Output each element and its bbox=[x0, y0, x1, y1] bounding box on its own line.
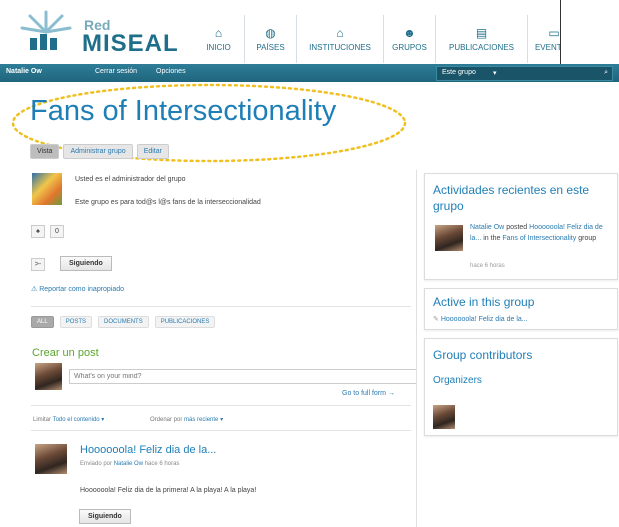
divider bbox=[31, 405, 411, 406]
column-divider bbox=[416, 170, 417, 527]
admin-note: Usted es el administrador del grupo bbox=[75, 176, 186, 183]
post-author-link[interactable]: Natalie Ow bbox=[114, 461, 143, 467]
logout-link[interactable]: Cerrar sesión bbox=[95, 68, 137, 75]
post-time: hace 6 horas bbox=[144, 461, 180, 467]
recent-activity-panel: Actividades recientes en este grupo Nata… bbox=[424, 173, 618, 280]
chevron-down-icon: ▾ bbox=[101, 417, 105, 423]
overlay-box bbox=[560, 0, 619, 66]
post-title-link[interactable]: Hoooooola! Feliz dia de la... bbox=[80, 444, 216, 456]
limit-filter[interactable]: Limitar Todo el contenido ▾ bbox=[33, 416, 104, 423]
report-label: Reportar como inapropiado bbox=[39, 286, 125, 293]
institution-icon: ⌂ bbox=[336, 26, 344, 40]
search-scope-value: Este grupo bbox=[442, 69, 476, 76]
nav-inicio[interactable]: ⌂ INICIO bbox=[193, 15, 245, 63]
order-value: más reciente bbox=[184, 417, 219, 423]
nav-grupos[interactable]: ☻ GRUPOS bbox=[384, 15, 436, 63]
nav-paises[interactable]: ◍ PAÍSES bbox=[245, 15, 297, 63]
main-nav: ⌂ INICIO ◍ PAÍSES ⌂ INSTITUCIONES ☻ GRUPOS ▤… bbox=[193, 15, 581, 63]
like-count: 0 bbox=[50, 225, 64, 238]
order-label: Ordenar por bbox=[150, 417, 183, 423]
order-filter[interactable]: Ordenar por más reciente ▾ bbox=[150, 416, 223, 423]
warning-icon: ⚠ bbox=[31, 286, 38, 293]
activity-in: in the bbox=[483, 235, 501, 242]
limit-value: Todo el contenido bbox=[52, 417, 100, 423]
contributors-panel: Group contributors Organizers bbox=[424, 338, 618, 436]
divider bbox=[31, 306, 411, 307]
tab-vista[interactable]: Vista bbox=[30, 144, 60, 159]
activity-verb: posted bbox=[506, 224, 528, 231]
nav-label: PUBLICACIONES bbox=[449, 43, 514, 52]
full-form-link[interactable]: Go to full form → bbox=[342, 390, 395, 397]
post-body: Hoooooola! Feliz dia de la primera! A la… bbox=[80, 487, 257, 494]
options-link[interactable]: Opciones bbox=[156, 68, 186, 75]
tab-administrar[interactable]: Administrar grupo bbox=[63, 144, 133, 159]
create-post-heading: Crear un post bbox=[32, 347, 99, 359]
user-name-link[interactable]: Natalie Ow bbox=[6, 68, 42, 75]
group-avatar bbox=[32, 173, 62, 205]
book-icon: ▤ bbox=[475, 26, 488, 40]
activity-time: hace 6 horas bbox=[470, 263, 505, 269]
activity-suffix: group bbox=[578, 235, 597, 242]
divider bbox=[31, 430, 411, 431]
logo[interactable]: Red MISEAL bbox=[0, 0, 200, 64]
pencil-icon: ✎ bbox=[433, 316, 439, 323]
page-title: Fans of Intersectionality bbox=[30, 95, 337, 127]
report-link[interactable]: ⚠ Reportar como inapropiado bbox=[31, 285, 124, 293]
filter-publicaciones[interactable]: PUBLICACIONES bbox=[154, 316, 216, 328]
nav-label: INICIO bbox=[206, 43, 231, 52]
active-title: Active in this group bbox=[433, 295, 535, 309]
filter-documents[interactable]: DOCUMENTS bbox=[98, 316, 149, 328]
nav-instituciones[interactable]: ⌂ INSTITUCIONES bbox=[297, 15, 384, 63]
nav-label: PAÍSES bbox=[256, 43, 285, 52]
tab-editar[interactable]: Editar bbox=[136, 144, 169, 159]
group-tabs: Vista Administrar grupo Editar bbox=[30, 144, 169, 159]
logo-mark-icon bbox=[20, 10, 72, 50]
nav-publicaciones[interactable]: ▤ PUBLICACIONES bbox=[436, 15, 528, 63]
home-icon: ⌂ bbox=[214, 26, 223, 40]
search-scope-select[interactable]: Este grupo ▾ ⌕ bbox=[436, 66, 613, 81]
globe-icon: ◍ bbox=[265, 26, 276, 40]
group-description: Este grupo es para tod@s l@s fans de la … bbox=[75, 199, 261, 206]
filter-posts[interactable]: POSTS bbox=[59, 316, 93, 328]
calendar-icon: ▭ bbox=[548, 26, 560, 40]
avatar bbox=[35, 444, 67, 474]
nav-label: GRUPOS bbox=[392, 43, 427, 52]
logo-name: MISEAL bbox=[82, 30, 179, 57]
chevron-down-icon: ▾ bbox=[220, 417, 224, 423]
post-meta: Enviado por Natalie Ow hace 6 horas bbox=[80, 461, 179, 467]
like-icon[interactable]: ♠ bbox=[31, 225, 45, 238]
full-form-label: Go to full form bbox=[342, 390, 386, 397]
avatar bbox=[35, 363, 62, 390]
limit-label: Limitar bbox=[33, 417, 52, 423]
filter-all[interactable]: ALL bbox=[31, 316, 54, 328]
post-input[interactable] bbox=[69, 369, 417, 384]
contributors-title: Group contributors bbox=[433, 348, 533, 362]
nav-label: INSTITUCIONES bbox=[309, 43, 371, 52]
arrow-right-icon: → bbox=[387, 390, 395, 397]
organizers-label: Organizers bbox=[433, 375, 482, 386]
follow-group-button[interactable]: Siguiendo bbox=[60, 256, 112, 271]
post-meta-prefix: Enviado por bbox=[80, 461, 113, 467]
follow-post-button[interactable]: Siguiendo bbox=[79, 509, 131, 524]
avatar bbox=[435, 225, 463, 251]
chevron-down-icon: ▾ bbox=[493, 70, 497, 77]
avatar[interactable] bbox=[433, 405, 455, 429]
activity-group-link[interactable]: Fans of Intersectionality bbox=[502, 235, 576, 242]
groups-icon: ☻ bbox=[403, 26, 416, 40]
search-icon[interactable]: ⌕ bbox=[604, 69, 608, 77]
active-item-link[interactable]: ✎ Hoooooola! Feliz dia de la... bbox=[433, 315, 528, 323]
recent-activity-title: Actividades recientes en este grupo bbox=[433, 183, 590, 213]
recent-activity-item: Natalie Ow posted Hoooooola! Feliz dia d… bbox=[470, 222, 610, 244]
content-filters: ALL POSTS DOCUMENTS PUBLICACIONES bbox=[31, 316, 216, 328]
actor-link[interactable]: Natalie Ow bbox=[470, 224, 504, 231]
active-panel: Active in this group ✎ Hoooooola! Feliz … bbox=[424, 288, 618, 330]
active-item-label: Hoooooola! Feliz dia de la... bbox=[440, 316, 528, 323]
rss-icon[interactable]: >- bbox=[31, 258, 45, 271]
